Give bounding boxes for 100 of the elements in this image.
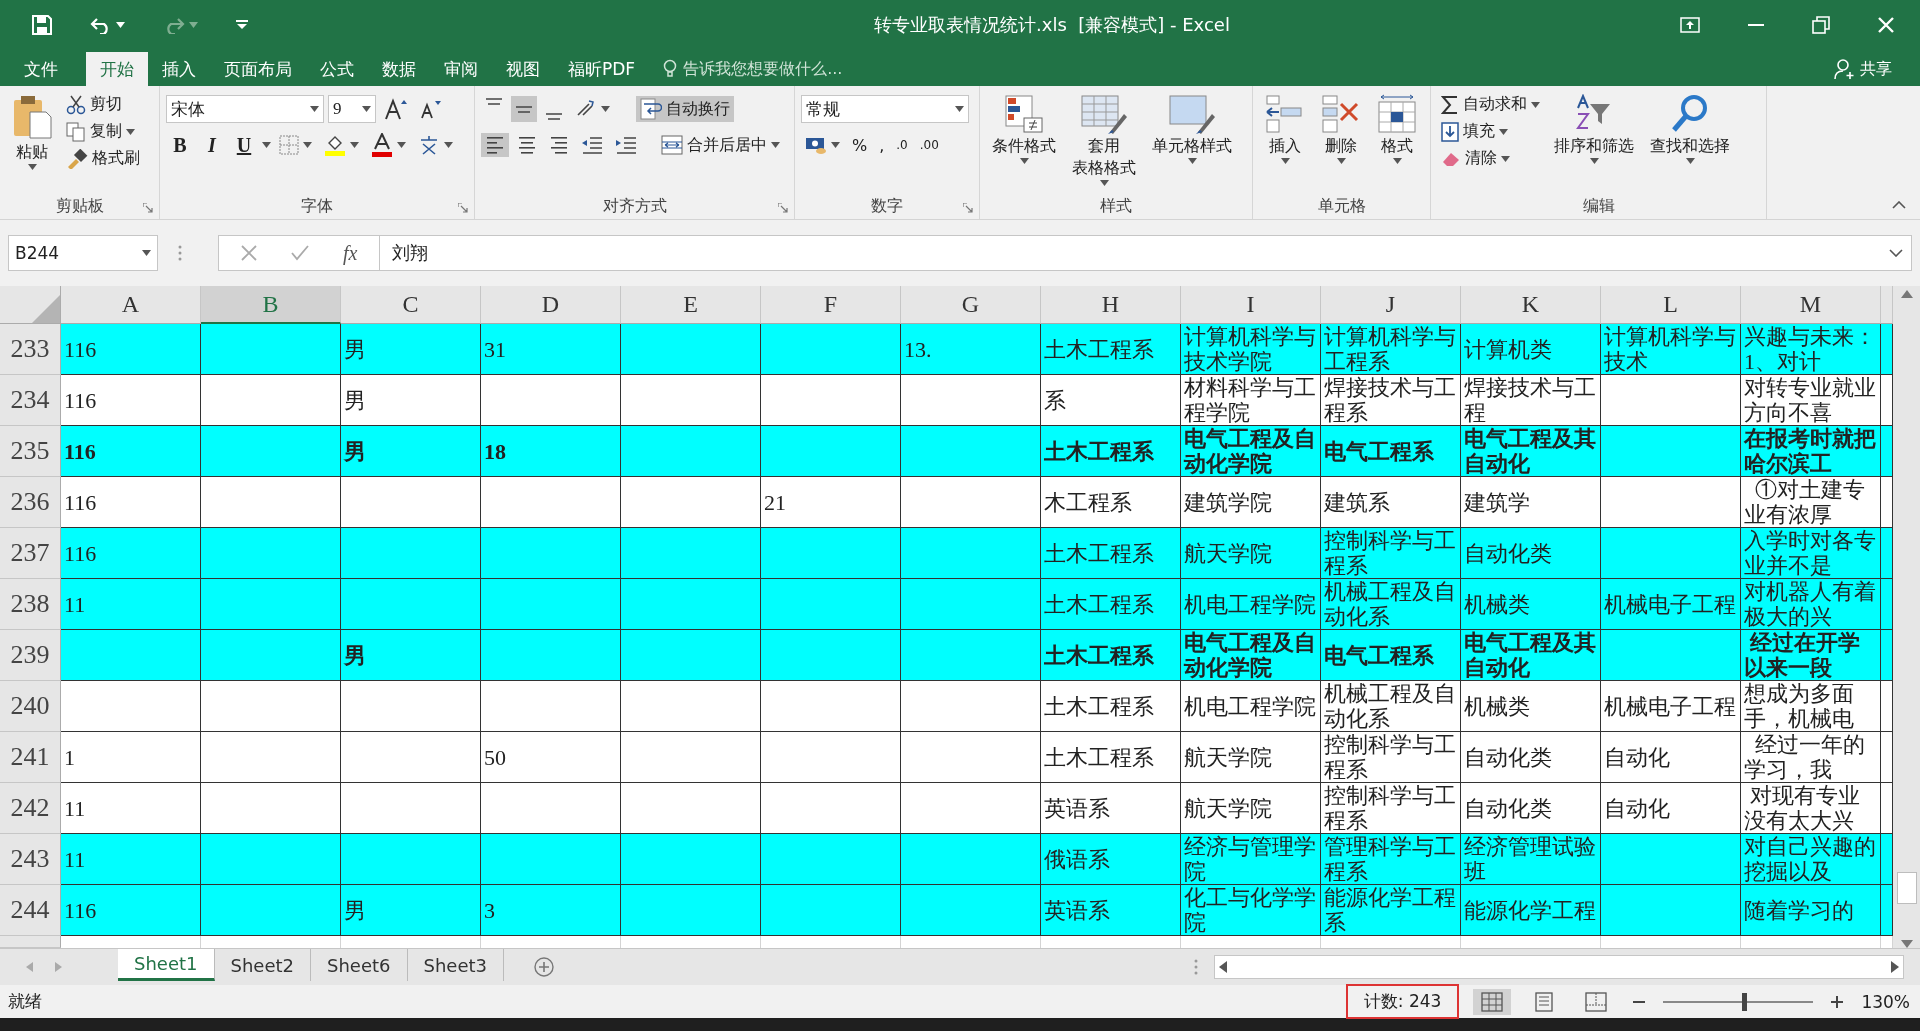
- delete-cells-icon: [1321, 94, 1361, 134]
- font-name-field[interactable]: 宋体: [166, 95, 324, 123]
- table-cell: 11: [61, 579, 201, 630]
- table-cell: 男: [341, 426, 481, 477]
- find-select-button[interactable]: 查找和选择: [1644, 92, 1736, 193]
- format-painter-button[interactable]: 格式刷: [62, 146, 144, 171]
- percent-button[interactable]: %: [848, 133, 872, 157]
- column-header[interactable]: M: [1741, 286, 1881, 324]
- dialog-launcher-button[interactable]: [778, 203, 788, 213]
- table-cell: 经过一年的学习，我: [1741, 732, 1881, 783]
- scrollbar-thumb[interactable]: [1896, 872, 1917, 904]
- comma-style-button[interactable]: ,: [875, 133, 889, 157]
- conditional-format-button[interactable]: 条件格式: [986, 92, 1062, 193]
- delete-button[interactable]: 删除: [1315, 92, 1367, 193]
- ribbon-tab[interactable]: 视图: [492, 52, 554, 86]
- zoom-level[interactable]: 130%: [1861, 991, 1910, 1012]
- column-header[interactable]: G: [901, 286, 1041, 324]
- row-header[interactable]: 237: [0, 528, 61, 579]
- align-left-icon: [485, 135, 505, 155]
- dialog-launcher-button[interactable]: [963, 203, 973, 213]
- ribbon-tab[interactable]: 公式: [306, 52, 368, 86]
- column-header[interactable]: F: [761, 286, 901, 324]
- insert-button[interactable]: 插入: [1259, 92, 1311, 193]
- table-cell: 计算机科学与技术学院: [1181, 324, 1321, 375]
- insert-function-button[interactable]: fx: [339, 239, 362, 267]
- caret-icon: [1336, 158, 1346, 164]
- row-header[interactable]: 242: [0, 783, 61, 834]
- table-cell: 对转专业就业方向不喜: [1741, 375, 1881, 426]
- sort-filter-button[interactable]: 排序和筛选: [1548, 92, 1640, 193]
- italic-button[interactable]: I: [198, 131, 226, 159]
- clear-button[interactable]: 清除: [1437, 146, 1544, 171]
- caret-icon: [1019, 158, 1029, 164]
- ribbon-tab[interactable]: 数据: [368, 52, 430, 86]
- column-header[interactable]: E: [621, 286, 761, 324]
- row-header[interactable]: 236: [0, 477, 61, 528]
- middle-align-button[interactable]: [511, 96, 537, 122]
- normal-view-button[interactable]: [1473, 988, 1512, 1015]
- fill-button[interactable]: 填充: [1437, 119, 1544, 144]
- vertical-scrollbar[interactable]: [1893, 286, 1920, 948]
- dialog-launcher-button[interactable]: [143, 203, 153, 213]
- column-header[interactable]: C: [341, 286, 481, 324]
- ribbon-tab[interactable]: 审阅: [430, 52, 492, 86]
- table-cell: 机电工程学院: [1181, 681, 1321, 732]
- table-cell: 电气工程系: [1321, 426, 1461, 477]
- column-header[interactable]: H: [1041, 286, 1181, 324]
- share-button[interactable]: 共享: [1830, 52, 1896, 86]
- tell-me-field[interactable]: 告诉我您想要做什么...: [663, 52, 843, 86]
- ribbon-tab[interactable]: 页面布局: [210, 52, 306, 86]
- row-header[interactable]: 244: [0, 885, 61, 936]
- column-header[interactable]: K: [1461, 286, 1601, 324]
- bold-button[interactable]: B: [166, 131, 194, 159]
- formula-field[interactable]: 刘翔: [380, 235, 1912, 271]
- merge-center-button[interactable]: 合并后居中: [657, 132, 784, 158]
- cell-styles-button[interactable]: 单元格样式: [1146, 92, 1238, 193]
- paste-button[interactable]: 粘贴: [6, 92, 58, 193]
- sheet-tab[interactable]: Sheet6: [311, 949, 408, 981]
- group-label: 剪贴板: [55, 195, 104, 217]
- dialog-launcher-button[interactable]: [458, 203, 468, 213]
- ribbon-tab[interactable]: 开始: [86, 52, 148, 86]
- autosum-button[interactable]: 自动求和: [1437, 92, 1544, 117]
- increase-decimal-button[interactable]: .0: [892, 136, 912, 154]
- column-header[interactable]: B: [201, 286, 341, 324]
- wrap-text-button[interactable]: 自动换行: [636, 96, 734, 122]
- row-header[interactable]: 240: [0, 681, 61, 732]
- cut-button[interactable]: 剪切: [62, 92, 144, 117]
- format-as-table-button[interactable]: 套用 表格格式: [1066, 92, 1142, 193]
- row-header[interactable]: 235: [0, 426, 61, 477]
- row-header[interactable]: 239: [0, 630, 61, 681]
- table-cell: 电气工程及其自动化: [1461, 630, 1601, 681]
- row-header[interactable]: 241: [0, 732, 61, 783]
- table-cell: 机械类: [1461, 579, 1601, 630]
- table-cell: ①对土建专业有浓厚: [1741, 477, 1881, 528]
- underline-button[interactable]: U: [230, 131, 258, 159]
- sheet-tab[interactable]: Sheet1: [118, 949, 215, 981]
- copy-button[interactable]: 复制: [62, 119, 144, 144]
- sheet-tab[interactable]: Sheet2: [214, 949, 311, 981]
- row-header[interactable]: 243: [0, 834, 61, 885]
- row-header[interactable]: 233: [0, 324, 61, 375]
- table-cell: [1881, 477, 1893, 528]
- sheet-tab[interactable]: Sheet3: [407, 949, 504, 981]
- horizontal-scrollbar[interactable]: [1214, 955, 1904, 979]
- row-header[interactable]: 238: [0, 579, 61, 630]
- format-button[interactable]: 格式: [1371, 92, 1423, 193]
- ribbon-tab[interactable]: 福昕PDF: [554, 52, 650, 86]
- column-header[interactable]: D: [481, 286, 621, 324]
- row-header[interactable]: 234: [0, 375, 61, 426]
- number-format-field[interactable]: 常规: [801, 95, 969, 123]
- name-box[interactable]: B244: [8, 235, 158, 271]
- table-cell: 焊接技术与工程: [1461, 375, 1601, 426]
- column-header[interactable]: A: [61, 286, 201, 324]
- decrease-decimal-button[interactable]: .00: [915, 136, 943, 154]
- ribbon-tab[interactable]: 文件: [0, 52, 72, 86]
- align-left-button[interactable]: [481, 133, 509, 157]
- font-size-field[interactable]: 9: [328, 95, 376, 123]
- column-header[interactable]: J: [1321, 286, 1461, 324]
- ribbon-tab[interactable]: 插入: [148, 52, 210, 86]
- column-header[interactable]: I: [1181, 286, 1321, 324]
- table-cell: 1: [61, 732, 201, 783]
- column-header[interactable]: L: [1601, 286, 1741, 324]
- outdent-icon: [581, 135, 603, 155]
